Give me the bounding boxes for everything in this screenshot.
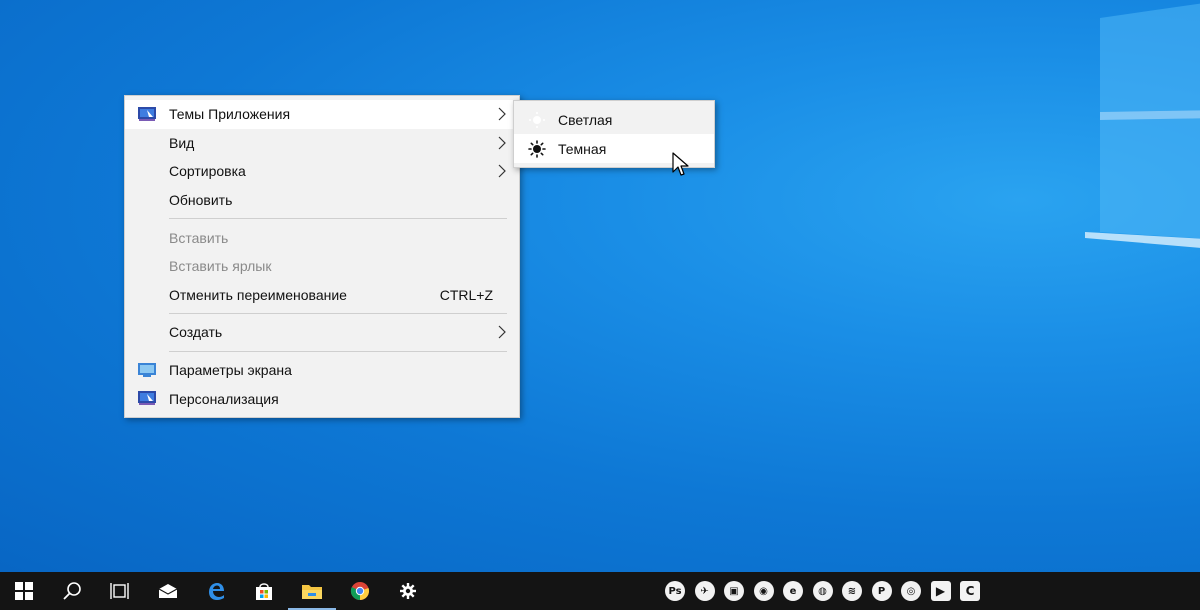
menu-item-paste-shortcut[interactable]: Вставить ярлык: [125, 252, 519, 281]
menu-item-label: Сортировка: [169, 163, 246, 180]
menu-item-app-themes[interactable]: Темы Приложения: [125, 100, 519, 129]
photos-icon[interactable]: ▣: [723, 580, 745, 602]
chrome-icon: [350, 582, 370, 601]
menu-item-label: Вид: [169, 134, 195, 151]
taskbar: Ps ✈ ▣ ◉ e ◍ ≋ P ◎ ▶ C: [0, 572, 1200, 610]
sun-dark-icon: [528, 140, 546, 158]
menu-item-label: Персонализация: [169, 390, 279, 407]
store-icon: [256, 583, 272, 600]
personalize-monitor-icon: [138, 391, 156, 406]
mail-button[interactable]: [144, 572, 192, 610]
menu-item-label: Параметры экрана: [169, 362, 292, 379]
menu-item-label: Обновить: [169, 192, 233, 209]
menu-item-view[interactable]: Вид: [125, 129, 519, 158]
desktop[interactable]: Темы Приложения Вид Сортировка Обновить …: [0, 0, 1200, 572]
app-e-icon-glyph: e: [783, 581, 803, 601]
app-c-icon[interactable]: C: [959, 580, 981, 602]
chevron-right-icon: [498, 325, 506, 339]
menu-item-refresh[interactable]: Обновить: [125, 186, 519, 215]
app-play-icon-glyph: ▶: [930, 581, 951, 601]
desktop-context-menu: Темы Приложения Вид Сортировка Обновить …: [124, 95, 520, 418]
chrome-tray-icon-glyph: ◉: [753, 581, 774, 601]
app-disc-icon-glyph: ◍: [812, 581, 833, 601]
submenu-item-light[interactable]: Светлая: [514, 105, 714, 134]
mouse-cursor-icon: [672, 152, 689, 176]
search-button[interactable]: [48, 572, 96, 610]
submenu-item-label: Светлая: [558, 111, 613, 128]
photoshop-icon[interactable]: Ps: [664, 580, 686, 602]
menu-item-shortcut: CTRL+Z: [439, 286, 493, 303]
app-p-icon-glyph: P: [871, 581, 892, 601]
app-c-icon-glyph: C: [960, 581, 980, 601]
menu-item-paste[interactable]: Вставить: [125, 223, 519, 252]
menu-item-label: Темы Приложения: [169, 106, 291, 123]
menu-separator: [169, 350, 507, 352]
display-settings-icon: [138, 362, 156, 377]
telegram-icon-glyph: ✈: [694, 581, 715, 601]
menu-separator: [169, 313, 507, 315]
search-icon: [63, 582, 81, 600]
submenu-item-label: Темная: [558, 140, 607, 157]
app-play-icon[interactable]: ▶: [930, 580, 952, 602]
sun-light-icon: [529, 112, 545, 128]
chevron-right-icon: [498, 107, 506, 121]
task-view-icon: [110, 583, 129, 599]
app-o-icon[interactable]: ◎: [900, 580, 922, 602]
menu-item-label: Отменить переименование: [169, 286, 347, 303]
settings-icon: [400, 583, 416, 599]
app-stack-icon[interactable]: ≋: [841, 580, 863, 602]
start-button[interactable]: [0, 572, 48, 610]
settings-button[interactable]: [384, 572, 432, 610]
menu-item-label: Вставить ярлык: [169, 258, 272, 275]
chrome-button[interactable]: [336, 572, 384, 610]
task-view-button[interactable]: [96, 572, 144, 610]
chrome-tray-icon[interactable]: ◉: [753, 580, 775, 602]
chevron-right-icon: [498, 136, 506, 150]
start-icon: [15, 582, 33, 600]
file-explorer-icon: [302, 585, 322, 599]
photos-icon-glyph: ▣: [724, 581, 744, 601]
menu-item-sort[interactable]: Сортировка: [125, 157, 519, 186]
photoshop-icon-glyph: Ps: [665, 581, 685, 601]
menu-item-personalize[interactable]: Персонализация: [125, 384, 519, 413]
app-stack-icon-glyph: ≋: [842, 581, 862, 601]
menu-separator: [169, 218, 507, 220]
app-p-icon[interactable]: P: [871, 580, 893, 602]
system-tray: Ps ✈ ▣ ◉ e ◍ ≋ P ◎ ▶ C: [664, 572, 989, 610]
menu-item-display-settings[interactable]: Параметры экрана: [125, 356, 519, 385]
windows-logo-wallpaper: [1085, 3, 1200, 248]
menu-item-new[interactable]: Создать: [125, 318, 519, 347]
menu-item-label: Вставить: [169, 229, 229, 246]
app-o-icon-glyph: ◎: [901, 581, 921, 601]
personalize-monitor-icon: [138, 107, 156, 121]
store-button[interactable]: [240, 572, 288, 610]
app-disc-icon[interactable]: ◍: [812, 580, 834, 602]
mail-icon: [158, 584, 178, 598]
app-e-icon[interactable]: e: [782, 580, 804, 602]
edge-icon: [209, 583, 224, 600]
chevron-right-icon: [498, 164, 506, 178]
menu-item-undo-rename[interactable]: Отменить переименование CTRL+Z: [125, 281, 519, 310]
menu-item-label: Создать: [169, 324, 223, 341]
file-explorer-button[interactable]: [288, 572, 336, 610]
edge-button[interactable]: [192, 572, 240, 610]
telegram-icon[interactable]: ✈: [694, 580, 716, 602]
